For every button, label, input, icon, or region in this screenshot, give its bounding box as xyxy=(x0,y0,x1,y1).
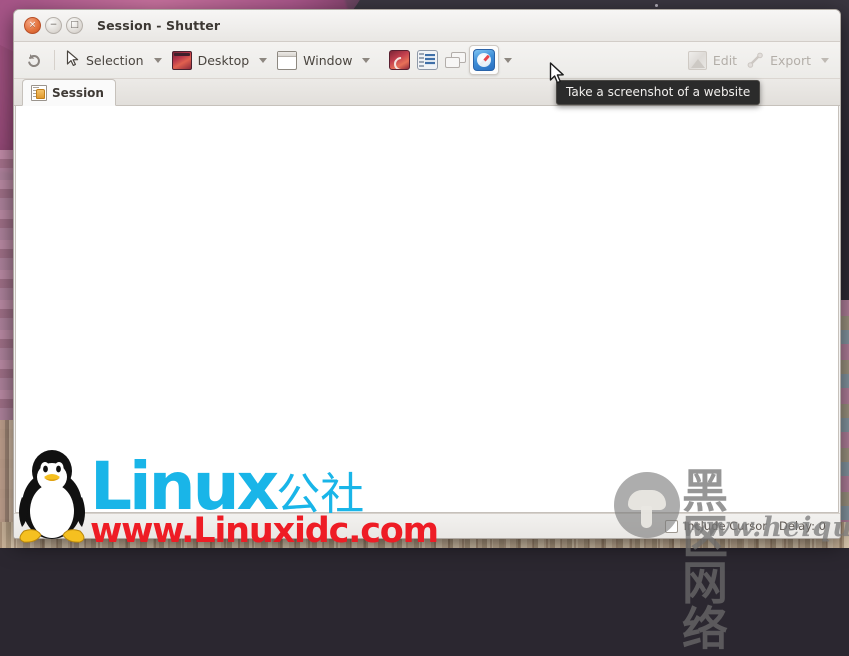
redo-button[interactable] xyxy=(20,46,48,74)
window-button[interactable]: Window xyxy=(272,46,357,74)
web-screenshot-icon xyxy=(388,50,410,70)
export-dropdown-arrow[interactable] xyxy=(821,57,829,63)
wallpaper-star xyxy=(655,4,658,7)
maximize-icon: □ xyxy=(70,20,79,30)
menu-screenshot-icon xyxy=(416,50,438,70)
selection-label: Selection xyxy=(86,52,144,68)
minimize-button[interactable]: − xyxy=(45,17,62,34)
toolbar-separator-1 xyxy=(54,50,55,70)
cursor-arrow-icon xyxy=(66,49,80,71)
edit-button[interactable]: Edit xyxy=(683,46,742,74)
edit-label: Edit xyxy=(712,52,738,68)
desktop-button[interactable]: Desktop xyxy=(167,46,255,74)
tooltip-screenshot-icon xyxy=(445,52,467,68)
window-dropdown-arrow[interactable] xyxy=(362,57,371,63)
delay-label[interactable]: Delay: 0 xyxy=(779,519,826,533)
website-screenshot-icon xyxy=(473,49,496,71)
menu-screenshot-button[interactable] xyxy=(413,46,441,74)
undo-icon xyxy=(25,51,43,69)
window-titlebar: × − □ Session - Shutter xyxy=(14,10,840,42)
tab-session[interactable]: Session xyxy=(22,79,116,106)
web-screenshot-button[interactable] xyxy=(385,46,413,74)
session-content-area[interactable] xyxy=(15,106,839,513)
window-label: Window xyxy=(303,52,353,68)
window-title: Session - Shutter xyxy=(97,18,221,33)
maximize-button[interactable]: □ xyxy=(66,17,83,34)
export-label: Export xyxy=(770,52,811,68)
export-icon xyxy=(747,52,764,69)
export-button[interactable]: Export xyxy=(742,46,816,74)
main-toolbar: Selection Desktop Window Edit Export xyxy=(14,42,840,79)
session-icon xyxy=(31,84,47,101)
close-button[interactable]: × xyxy=(24,17,41,34)
window-controls: × − □ xyxy=(24,17,83,34)
desktop-label: Desktop xyxy=(197,52,250,68)
window-icon xyxy=(277,50,298,70)
close-icon: × xyxy=(28,20,37,30)
selection-dropdown-arrow[interactable] xyxy=(153,57,162,63)
include-cursor-checkbox[interactable] xyxy=(664,519,678,533)
edit-icon xyxy=(687,50,707,70)
website-dropdown-arrow[interactable] xyxy=(504,57,513,63)
desktop-icon xyxy=(171,50,192,70)
include-cursor-option[interactable]: Include Cursor xyxy=(664,519,767,533)
selection-button[interactable]: Selection xyxy=(61,46,149,74)
website-screenshot-button[interactable] xyxy=(469,45,500,75)
status-bar: Include Cursor Delay: 0 xyxy=(14,513,840,538)
desktop-dropdown-arrow[interactable] xyxy=(259,57,268,63)
minimize-icon: − xyxy=(49,20,58,30)
include-cursor-label: Include Cursor xyxy=(683,519,767,533)
tab-session-label: Session xyxy=(52,85,104,100)
website-button-tooltip: Take a screenshot of a website xyxy=(556,80,761,105)
tooltip-screenshot-button[interactable] xyxy=(441,46,469,74)
